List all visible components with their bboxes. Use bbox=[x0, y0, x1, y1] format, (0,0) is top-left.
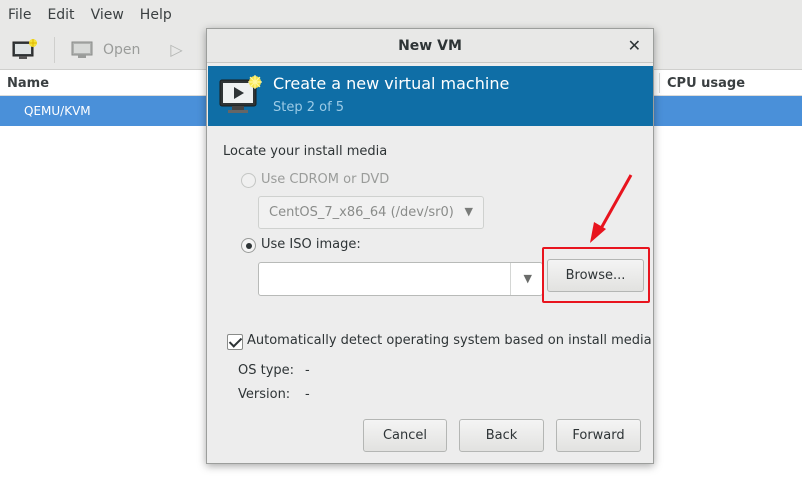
menu-help[interactable]: Help bbox=[140, 7, 172, 23]
os-type-label: OS type: bbox=[238, 363, 295, 378]
menu-edit[interactable]: Edit bbox=[47, 7, 74, 23]
close-icon[interactable]: ✕ bbox=[628, 36, 641, 55]
iso-path-combo[interactable]: ▼ bbox=[258, 262, 543, 296]
menubar: File Edit View Help bbox=[0, 0, 802, 30]
column-name[interactable]: Name bbox=[7, 76, 49, 91]
monitor-icon bbox=[71, 41, 93, 58]
step-indicator: Step 2 of 5 bbox=[273, 100, 345, 115]
dropdown-arrow-icon: ▼ bbox=[464, 205, 473, 218]
version-value: - bbox=[305, 387, 310, 402]
auto-detect-label: Automatically detect operating system ba… bbox=[247, 333, 652, 348]
connection-label: QEMU/KVM bbox=[24, 104, 91, 118]
combo-divider bbox=[510, 263, 511, 295]
column-divider bbox=[659, 73, 660, 93]
back-button[interactable]: Back bbox=[459, 419, 544, 452]
dialog-title: New VM bbox=[398, 38, 462, 54]
iso-radio[interactable] bbox=[241, 238, 256, 253]
new-vm-icon[interactable] bbox=[12, 38, 38, 61]
cancel-button[interactable]: Cancel bbox=[363, 419, 447, 452]
auto-detect-checkbox[interactable] bbox=[227, 334, 243, 350]
iso-option-label: Use ISO image: bbox=[261, 237, 361, 252]
wizard-banner: Create a new virtual machine Step 2 of 5 bbox=[208, 66, 653, 126]
os-type-value: - bbox=[305, 363, 310, 378]
new-vm-icon bbox=[218, 74, 262, 116]
install-media-label: Locate your install media bbox=[223, 144, 388, 159]
version-label: Version: bbox=[238, 387, 291, 402]
menu-view[interactable]: View bbox=[91, 7, 124, 23]
play-icon[interactable]: ▷ bbox=[170, 40, 182, 59]
forward-button[interactable]: Forward bbox=[556, 419, 641, 452]
new-vm-dialog: New VM ✕ Create a new virtual machine St… bbox=[206, 28, 654, 464]
annotation-highlight-box bbox=[542, 247, 650, 303]
column-cpu-usage[interactable]: CPU usage bbox=[667, 76, 745, 91]
cdrom-device-select[interactable]: CentOS_7_x86_64 (/dev/sr0) ▼ bbox=[258, 196, 484, 229]
cdrom-radio[interactable] bbox=[241, 173, 256, 188]
banner-title: Create a new virtual machine bbox=[273, 74, 510, 93]
dropdown-arrow-icon[interactable]: ▼ bbox=[524, 272, 532, 285]
cdrom-option-label: Use CDROM or DVD bbox=[261, 172, 390, 187]
open-label: Open bbox=[103, 41, 141, 58]
menu-file[interactable]: File bbox=[8, 7, 31, 23]
open-button[interactable]: Open bbox=[71, 41, 140, 59]
toolbar-separator bbox=[54, 36, 55, 63]
dialog-titlebar: New VM ✕ bbox=[207, 29, 653, 63]
cdrom-device-value: CentOS_7_x86_64 (/dev/sr0) bbox=[269, 205, 454, 220]
